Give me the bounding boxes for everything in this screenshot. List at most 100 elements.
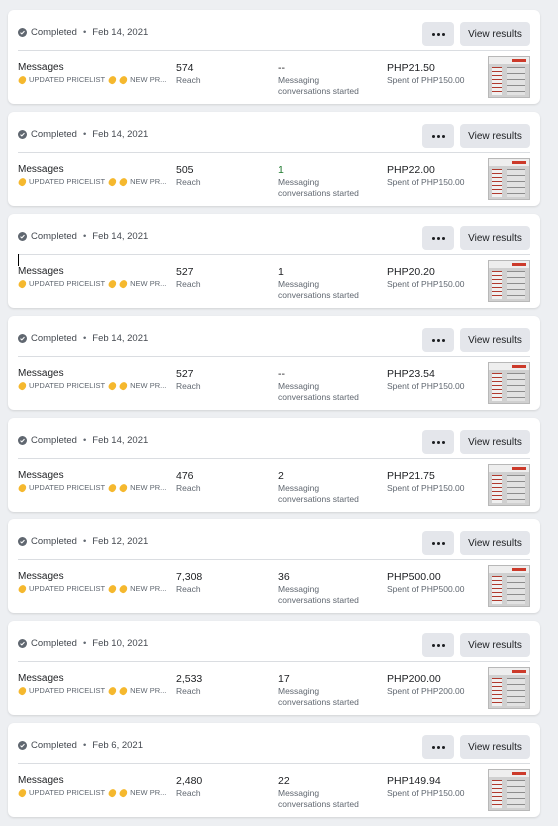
status-date: Feb 6, 2021 — [92, 740, 143, 751]
view-results-button[interactable]: View results — [460, 633, 530, 657]
more-options-button[interactable] — [422, 328, 454, 352]
spent-value: PHP23.54 — [387, 368, 435, 380]
more-dot-icon — [441, 32, 445, 36]
ad-info: Messages UPDATED PRICELIST NEW PR... — [17, 775, 166, 798]
results-metric: 22 Messaging conversations started — [278, 775, 368, 810]
ad-thumbnail[interactable] — [488, 260, 530, 302]
thumbnail-price-list — [492, 475, 502, 503]
thumbnail-banner — [512, 772, 526, 775]
reach-value: 7,308 — [176, 571, 203, 583]
results-label: Messaging conversations started — [278, 483, 359, 504]
ad-type: Messages — [18, 266, 64, 277]
fire-emoji-icon — [118, 176, 129, 187]
ad-info: Messages UPDATED PRICELIST NEW PR... — [17, 368, 167, 391]
more-options-button[interactable] — [422, 531, 454, 555]
spent-label: Spent of PHP150.00 — [387, 788, 465, 798]
status-date: Feb 14, 2021 — [92, 333, 149, 344]
more-dot-icon — [441, 745, 445, 749]
results-label: Messaging conversations started — [278, 381, 359, 402]
more-dot-icon — [441, 541, 445, 545]
ad-thumbnail[interactable] — [488, 667, 530, 709]
more-dot-icon — [431, 338, 435, 342]
results-metric: 2 Messaging conversations started — [278, 470, 368, 505]
creative-headline-2: NEW PR... — [130, 75, 167, 84]
separator-dot: • — [82, 638, 87, 649]
status-line: Completed • Feb 14, 2021 — [18, 129, 148, 140]
fire-emoji-icon — [107, 278, 118, 289]
status-label: Completed — [31, 333, 77, 344]
more-dot-icon — [436, 32, 440, 36]
thumbnail-banner — [512, 568, 526, 571]
reach-metric: 574 Reach — [176, 62, 201, 86]
product-shelf-thumbnail — [507, 780, 525, 808]
ad-thumbnail[interactable] — [488, 362, 530, 404]
ad-thumbnail[interactable] — [488, 56, 530, 98]
ad-thumbnail[interactable] — [488, 565, 530, 607]
view-results-button[interactable]: View results — [460, 328, 530, 352]
status-line: Completed • Feb 14, 2021 — [18, 231, 148, 242]
ad-thumbnail[interactable] — [488, 464, 530, 506]
card-divider — [18, 559, 530, 560]
results-metric: 1 Messaging conversations started — [278, 164, 368, 199]
more-options-button[interactable] — [422, 22, 454, 46]
status-date: Feb 14, 2021 — [92, 129, 149, 140]
view-results-button[interactable]: View results — [460, 531, 530, 555]
creative-headline: UPDATED PRICELIST — [29, 177, 106, 186]
check-circle-icon — [18, 537, 27, 546]
more-dot-icon — [436, 440, 440, 444]
fire-emoji-icon — [118, 380, 129, 391]
results-metric: 36 Messaging conversations started — [278, 571, 368, 606]
card-divider — [18, 50, 530, 51]
creative-headline-2: NEW PR... — [130, 381, 167, 390]
spent-value: PHP500.00 — [387, 571, 441, 583]
more-dot-icon — [431, 32, 435, 36]
more-options-button[interactable] — [422, 124, 454, 148]
spent-metric: PHP500.00 Spent of PHP500.00 — [387, 571, 465, 595]
fire-emoji-icon — [17, 685, 28, 696]
thumbnail-banner — [512, 670, 526, 673]
ad-thumbnail[interactable] — [488, 158, 530, 200]
reach-value: 476 — [176, 470, 194, 482]
more-options-button[interactable] — [422, 633, 454, 657]
spent-metric: PHP23.54 Spent of PHP150.00 — [387, 368, 465, 392]
status-label: Completed — [31, 27, 77, 38]
ad-creative-text: UPDATED PRICELIST NEW PR... — [17, 74, 167, 85]
view-results-button[interactable]: View results — [460, 735, 530, 759]
card-divider — [18, 661, 530, 662]
more-dot-icon — [441, 236, 445, 240]
fire-emoji-icon — [17, 74, 28, 85]
fire-emoji-icon — [17, 176, 28, 187]
view-results-button[interactable]: View results — [460, 22, 530, 46]
results-label: Messaging conversations started — [278, 75, 359, 96]
more-options-button[interactable] — [422, 226, 454, 250]
status-line: Completed • Feb 12, 2021 — [18, 536, 148, 547]
reach-label: Reach — [176, 483, 201, 493]
more-options-button[interactable] — [422, 430, 454, 454]
product-shelf-thumbnail — [507, 678, 525, 706]
fire-emoji-icon — [17, 482, 28, 493]
promotion-card: Completed • Feb 14, 2021 View results Me… — [8, 214, 540, 308]
more-dot-icon — [431, 541, 435, 545]
status-label: Completed — [31, 740, 77, 751]
more-dot-icon — [436, 643, 440, 647]
results-metric: 1 Messaging conversations started — [278, 266, 368, 301]
ad-thumbnail[interactable] — [488, 769, 530, 811]
thumbnail-banner — [512, 467, 526, 470]
more-dot-icon — [441, 440, 445, 444]
view-results-button[interactable]: View results — [460, 430, 530, 454]
more-options-button[interactable] — [422, 735, 454, 759]
promotions-list: Completed • Feb 14, 2021 View results Me… — [0, 0, 558, 826]
view-results-button[interactable]: View results — [460, 124, 530, 148]
view-results-button[interactable]: View results — [460, 226, 530, 250]
fire-emoji-icon — [118, 583, 129, 594]
ad-info: Messages UPDATED PRICELIST NEW PR... — [17, 164, 166, 187]
spent-metric: PHP149.94 Spent of PHP150.00 — [387, 775, 465, 799]
fire-emoji-icon — [17, 278, 28, 289]
more-dot-icon — [441, 134, 445, 138]
check-circle-icon — [18, 639, 27, 648]
ad-creative-text: UPDATED PRICELIST NEW PR... — [17, 583, 166, 594]
results-metric: -- Messaging conversations started — [278, 368, 368, 403]
fire-emoji-icon — [118, 482, 129, 493]
more-dot-icon — [441, 338, 445, 342]
results-label: Messaging conversations started — [278, 584, 359, 605]
